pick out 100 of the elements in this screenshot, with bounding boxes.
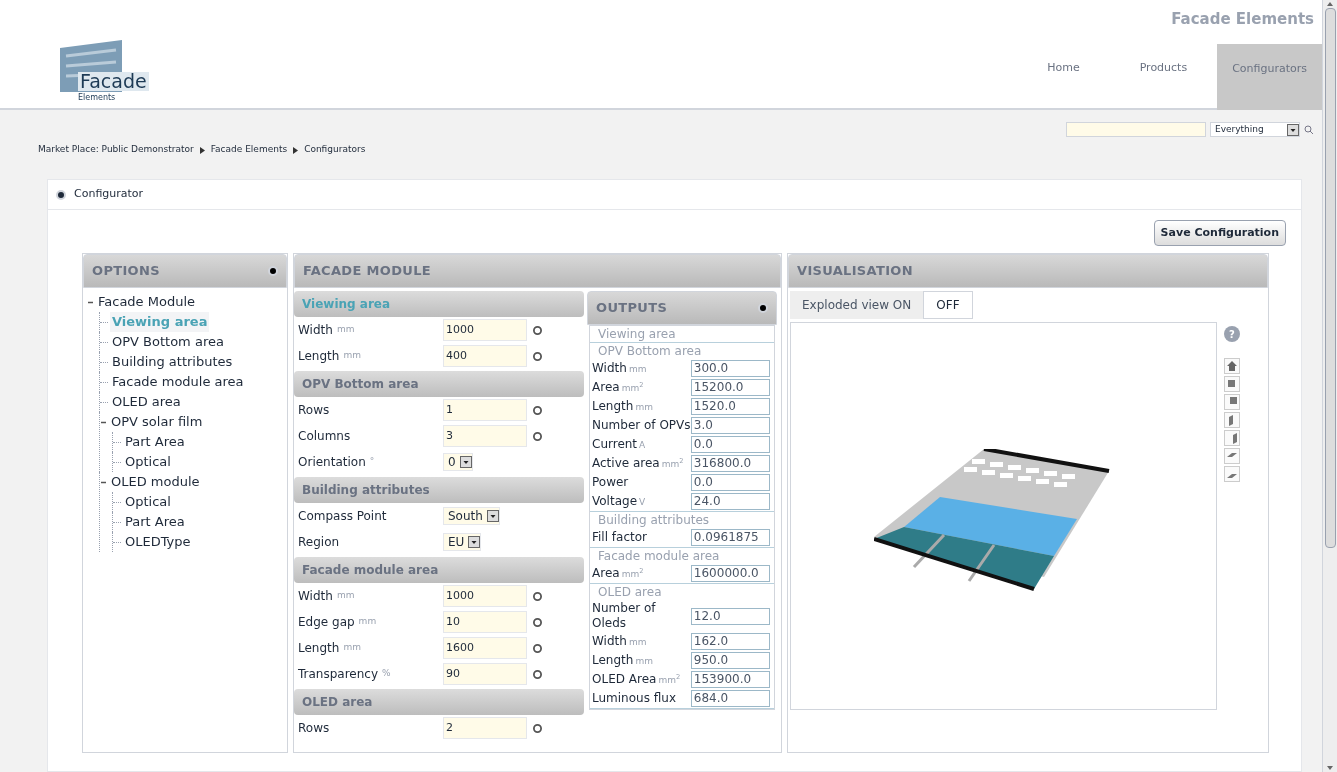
output-field: 3.0 (690, 417, 770, 434)
collapse-icon[interactable] (268, 266, 278, 276)
output-section-title: OPV Bottom area (597, 343, 703, 359)
nav-link[interactable]: Home (1017, 44, 1110, 108)
field-label: Width (298, 322, 333, 339)
breadcrumb-link[interactable]: Facade Elements (210, 143, 288, 157)
view-toggle[interactable]: OFF (923, 291, 973, 319)
output-label: Length mm (592, 398, 654, 415)
tree-item[interactable]: Part Area (123, 432, 187, 452)
unit-label: ° (369, 455, 375, 469)
tree-item[interactable]: OPV solar film (109, 412, 205, 432)
number-field[interactable]: 1000 (443, 319, 527, 341)
unit-label: mm (343, 641, 361, 655)
field-label: Region (298, 534, 340, 551)
output-label: Current A (592, 436, 647, 453)
output-label: Fill factor (592, 530, 648, 545)
output-field: 162.0 (690, 633, 770, 650)
output-field: 1600000.0 (690, 565, 770, 582)
tree-item[interactable]: Facade module area (110, 372, 246, 392)
logo-subtext: Elements (78, 94, 116, 102)
site-title: Facade Elements (1171, 9, 1315, 30)
output-section-title: OLED area (597, 584, 663, 600)
output-label: Area mm$^{2}$ (592, 565, 645, 582)
search-field[interactable] (1066, 122, 1206, 137)
dropdown[interactable]: EU (443, 533, 482, 551)
dropdown-icon[interactable] (459, 456, 472, 468)
tree-item[interactable]: Optical (123, 452, 173, 472)
number-field[interactable]: 1 (443, 399, 527, 421)
scrollbar-thumb[interactable] (1324, 8, 1336, 548)
output-field: 15200.0 (690, 379, 770, 396)
view-toggle[interactable]: Exploded view ON (790, 291, 924, 319)
unit-label: mm (343, 349, 361, 363)
number-field[interactable]: 400 (443, 345, 527, 367)
home-icon[interactable] (1224, 358, 1240, 374)
field-label: Orientation (298, 454, 366, 471)
view-icon[interactable] (1224, 466, 1240, 482)
dropdown-icon[interactable] (468, 536, 481, 548)
view-icon[interactable] (1224, 430, 1240, 446)
dropdown-icon[interactable] (486, 510, 499, 522)
output-section-title: Facade module area (597, 548, 721, 564)
output-label: Active area mm$^{2}$ (592, 455, 685, 472)
number-field[interactable]: 1000 (443, 585, 527, 607)
output-label: Number of Oleds (592, 601, 657, 631)
output-field: 0.0961875 (690, 529, 770, 546)
tree-item[interactable]: OPV Bottom area (110, 332, 226, 352)
output-field: 300.0 (690, 360, 770, 377)
logo[interactable]: Facade Elements (48, 38, 148, 100)
field-label: Compass Point (298, 508, 387, 525)
panel-title: OUTPUTS (596, 299, 668, 318)
view-icon[interactable] (1224, 394, 1240, 410)
number-field[interactable]: 10 (443, 611, 527, 633)
dropdown[interactable]: 0 (443, 453, 473, 471)
output-field: 316800.0 (690, 455, 770, 472)
view-icon[interactable] (1224, 448, 1240, 464)
nav-link[interactable]: Products (1109, 44, 1218, 108)
breadcrumb-link[interactable]: Market Place: Public Demonstrator (38, 143, 194, 157)
collapse-icon[interactable] (56, 189, 66, 200)
scroll-down-icon[interactable] (1326, 764, 1334, 772)
tree-item[interactable]: OLEDType (123, 532, 193, 552)
tree-item[interactable]: Part Area (123, 512, 187, 532)
field-label: Width (298, 588, 333, 605)
output-field: 0.0 (690, 474, 770, 491)
save-configuration-button[interactable]: Save Configuration (1153, 220, 1286, 246)
tree-item[interactable]: Facade Module (96, 292, 198, 312)
viewport[interactable] (790, 322, 1217, 710)
output-field: 12.0 (690, 607, 770, 625)
view-icon[interactable] (1224, 412, 1240, 428)
dropdown-icon[interactable] (1287, 123, 1299, 136)
output-field: 24.0 (690, 493, 770, 510)
collapse-icon[interactable] (758, 303, 768, 313)
panel-title: FACADE MODULE (303, 262, 431, 281)
unit-label: mm (336, 323, 355, 337)
panel-title: OPTIONS (92, 262, 160, 281)
field-label: Rows (298, 720, 330, 737)
output-field: 153900.0 (690, 671, 770, 688)
number-field[interactable]: 3 (443, 425, 527, 447)
search-icon[interactable] (1304, 124, 1314, 135)
number-field[interactable]: 2 (443, 717, 527, 739)
output-label: Luminous flux (592, 691, 677, 706)
tree-item[interactable]: Optical (123, 492, 173, 512)
scope-select[interactable]: Everything (1210, 122, 1300, 137)
output-field: 1520.0 (690, 398, 770, 415)
number-field[interactable]: 1600 (443, 637, 527, 659)
field-label: Length (298, 640, 340, 657)
field-label: Columns (298, 428, 351, 445)
dropdown[interactable]: South (443, 507, 500, 525)
output-label: Area mm$^{2}$ (592, 379, 645, 396)
number-field[interactable]: 90 (443, 663, 527, 685)
tree-item[interactable]: Building attributes (110, 352, 235, 372)
configurator-bar[interactable]: Configurator (48, 180, 1301, 210)
field-label: Rows (298, 402, 330, 419)
scrollbar[interactable] (1322, 0, 1337, 772)
output-field: 950.0 (690, 652, 770, 669)
tree-item[interactable]: OLED area (110, 392, 183, 412)
output-label: Length mm (592, 652, 654, 669)
view-icon[interactable] (1224, 376, 1240, 392)
tree-item[interactable]: OLED module (109, 472, 202, 492)
breadcrumb-link[interactable]: Configurators (304, 143, 366, 157)
field-label: Transparency (298, 666, 379, 683)
output-label: OLED Area mm$^{2}$ (592, 671, 682, 688)
